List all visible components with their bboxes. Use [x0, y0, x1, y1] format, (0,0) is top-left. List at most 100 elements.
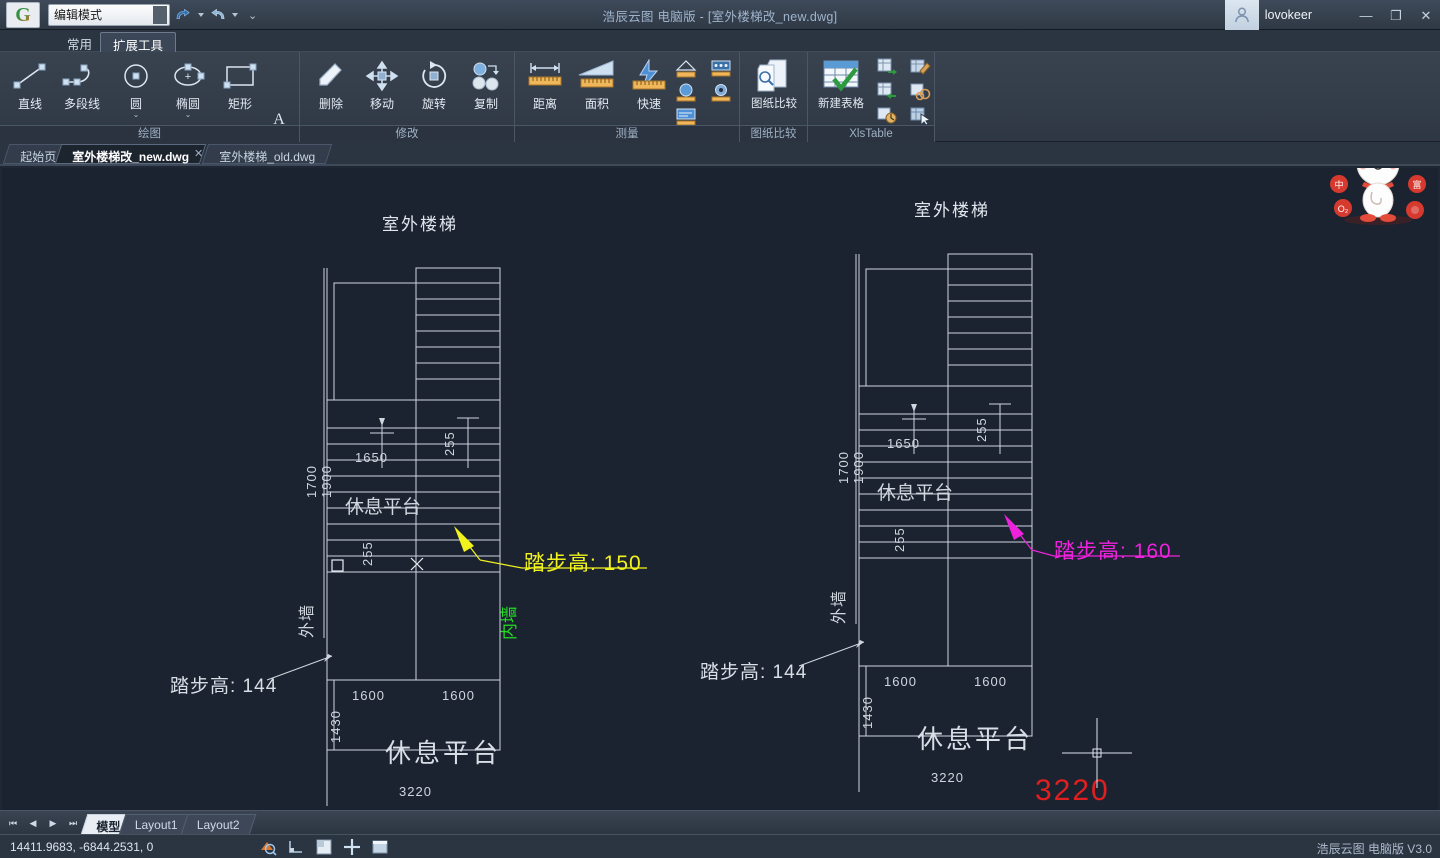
ribbon-panel-modify: 删除 移动 旋转 复制 修改: [300, 52, 515, 142]
left-dim-3220: 3220: [399, 784, 432, 799]
table-export-icon[interactable]: [874, 56, 900, 78]
settings-measure-icon[interactable]: [708, 82, 734, 104]
right-platform-top-label: 休息平台: [877, 482, 953, 504]
left-note-tread-144-text: 踏步高: 144: [170, 675, 277, 697]
ribbon-button-polyline-label: 多段线: [56, 97, 108, 111]
tab-changyong[interactable]: 常用: [55, 32, 104, 52]
ribbon-button-erase-label: 删除: [305, 97, 357, 111]
ribbon-button-copy[interactable]: 复制: [460, 55, 512, 123]
ribbon-button-drawing-compare-label: 图纸比较: [744, 97, 804, 111]
prev-layout-button[interactable]: ◀: [26, 816, 40, 830]
version-label: 浩辰云图 电脑版 V3.0: [1317, 840, 1432, 857]
erase-icon: [305, 55, 357, 97]
ribbon-button-area[interactable]: 面积: [571, 55, 623, 123]
osnap-icon[interactable]: [258, 837, 278, 857]
ribbon-button-quick-measure[interactable]: 快速: [623, 55, 675, 123]
left-dim-255-top: 255: [442, 431, 457, 456]
ribbon-button-distance[interactable]: 距离: [519, 55, 571, 123]
right-platform-bottom-label: 休息平台: [917, 724, 1033, 754]
doc-tab-close-icon[interactable]: ✕: [194, 147, 203, 160]
table-edit-icon[interactable]: [907, 56, 933, 78]
circle-dropdown-icon[interactable]: ⌄: [110, 111, 162, 119]
right-note-tread-144-text: 踏步高: 144: [700, 661, 807, 683]
ellipse-dropdown-icon[interactable]: ⌄: [162, 111, 214, 119]
left-drawing-title: 室外楼梯: [382, 215, 458, 234]
angle-icon[interactable]: [673, 58, 699, 80]
doc-tab-new-dwg[interactable]: 室外楼梯改_new.dwg: [55, 144, 206, 164]
polar-icon[interactable]: [342, 837, 362, 857]
ribbon-button-move-label: 移动: [356, 97, 408, 111]
ribbon-panel-compare: 图纸比较 图纸比较: [740, 52, 808, 142]
arc-measure-icon[interactable]: [673, 82, 699, 104]
layout-tab-bar: ⏮ ◀ ▶ ⏭ 模型 Layout1 Layout2: [0, 810, 1440, 834]
last-layout-button[interactable]: ⏭: [66, 816, 80, 830]
ortho-icon[interactable]: [286, 837, 306, 857]
ribbon-button-polyline[interactable]: 多段线: [56, 55, 108, 123]
svg-text:O₂: O₂: [1338, 204, 1349, 214]
table-select-icon[interactable]: [907, 104, 933, 126]
right-dim-1600-right: 1600: [974, 674, 1007, 689]
ribbon-panel-drawing-label: 绘图: [0, 125, 299, 142]
rectangle-icon: [214, 55, 266, 97]
document-tab-strip: 起始页 室外楼梯改_new.dwg ✕ 室外楼梯_old.dwg: [0, 142, 1440, 166]
ribbon-button-line[interactable]: 直线: [4, 55, 56, 123]
rotate-icon: [408, 55, 460, 97]
display-icon[interactable]: [370, 837, 390, 857]
ribbon-button-drawing-compare[interactable]: 图纸比较: [744, 55, 804, 123]
ribbon-panel-xlstable: 新建表格 XlsTable: [808, 52, 935, 142]
maximize-button[interactable]: ❐: [1388, 9, 1404, 22]
table-measure-icon[interactable]: [708, 58, 734, 80]
ribbon-panel-measure: 距离 面积 快速: [515, 52, 740, 142]
first-layout-button[interactable]: ⏮: [6, 816, 20, 830]
ribbon-button-copy-label: 复制: [460, 97, 512, 111]
left-dim-1600-left: 1600: [352, 688, 385, 703]
left-dim-1650: 1650: [355, 450, 388, 465]
ribbon-button-quick-measure-label: 快速: [623, 97, 675, 111]
left-platform-top-label: 休息平台: [345, 496, 421, 518]
svg-text:+: +: [185, 71, 191, 83]
cad-drawing-area[interactable]: .w { stroke:#cfd6de; fill:none; stroke-w…: [2, 168, 1438, 810]
ribbon-button-ellipse[interactable]: + 椭圆 ⌄: [162, 55, 214, 123]
doc-tab-old-dwg[interactable]: 室外楼梯_old.dwg: [202, 144, 333, 164]
move-icon: [356, 55, 408, 97]
layout-tab-layout2[interactable]: Layout2: [181, 814, 257, 835]
distance-icon: [519, 55, 571, 97]
tab-kuozhangongju[interactable]: 扩展工具: [100, 32, 176, 52]
ribbon-button-erase[interactable]: 删除: [305, 55, 357, 123]
table-import-icon[interactable]: [874, 80, 900, 102]
right-dim-1900: 1900: [851, 451, 866, 484]
ribbon-button-rectangle-label: 矩形: [214, 97, 266, 111]
left-dim-1430: 1430: [328, 710, 343, 743]
close-button[interactable]: ✕: [1418, 9, 1434, 22]
doc-tab-old-dwg-label: 室外楼梯_old.dwg: [219, 148, 315, 165]
ribbon-button-line-label: 直线: [4, 97, 56, 111]
left-note-tread-150-text: 踏步高: 150: [524, 552, 642, 575]
ribbon-button-area-label: 面积: [571, 97, 623, 111]
ribbon-button-rectangle[interactable]: 矩形: [214, 55, 266, 123]
next-layout-button[interactable]: ▶: [46, 816, 60, 830]
ribbon-panel-compare-label: 图纸比较: [740, 125, 807, 142]
ribbon-button-rotate-label: 旋转: [408, 97, 460, 111]
left-dim-1700: 1700: [304, 465, 319, 498]
table-link-icon[interactable]: [907, 80, 933, 102]
grid-icon[interactable]: [314, 837, 334, 857]
ribbon-button-new-table[interactable]: 新建表格: [810, 55, 872, 123]
ribbon-button-move[interactable]: 移动: [356, 55, 408, 123]
mascot-icon[interactable]: 中 富 O₂: [1326, 168, 1430, 228]
left-note-tread-144: 踏步高: 144: [170, 654, 332, 697]
ribbon-button-circle[interactable]: 圆 ⌄: [110, 55, 162, 123]
left-dim-255-mid: 255: [360, 541, 375, 566]
user-account[interactable]: lovokeer: [1225, 0, 1312, 30]
minimize-button[interactable]: —: [1358, 9, 1374, 22]
area-icon: [571, 55, 623, 97]
doc-tab-new-dwg-label: 室外楼梯改_new.dwg: [72, 148, 189, 165]
left-outer-wall-label: 外墙: [298, 604, 316, 638]
table-update-icon[interactable]: [874, 104, 900, 126]
ribbon-button-distance-label: 距离: [519, 97, 571, 111]
right-drawing-title: 室外楼梯: [914, 201, 990, 220]
grip-square: [332, 560, 343, 571]
drawing-canvas[interactable]: .w { stroke:#cfd6de; fill:none; stroke-w…: [2, 168, 1438, 810]
right-dim-1650: 1650: [887, 436, 920, 451]
window-controls: — ❐ ✕: [1358, 0, 1434, 30]
ribbon-button-rotate[interactable]: 旋转: [408, 55, 460, 123]
